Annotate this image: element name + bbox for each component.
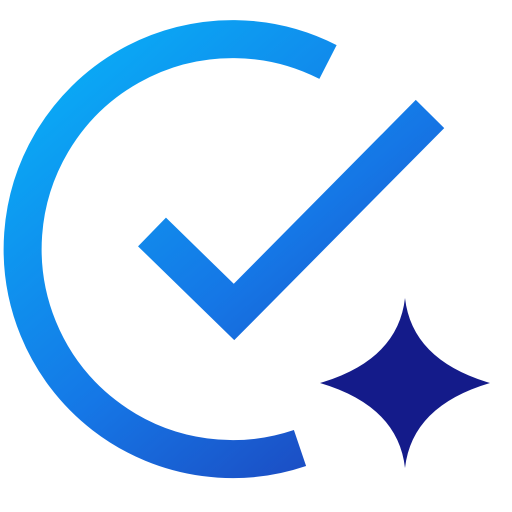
checkmark-icon <box>138 99 445 341</box>
logo-canvas <box>0 0 512 512</box>
sparkle-star-icon <box>320 298 490 468</box>
checkmark-sparkle-logo-icon <box>3 20 490 479</box>
